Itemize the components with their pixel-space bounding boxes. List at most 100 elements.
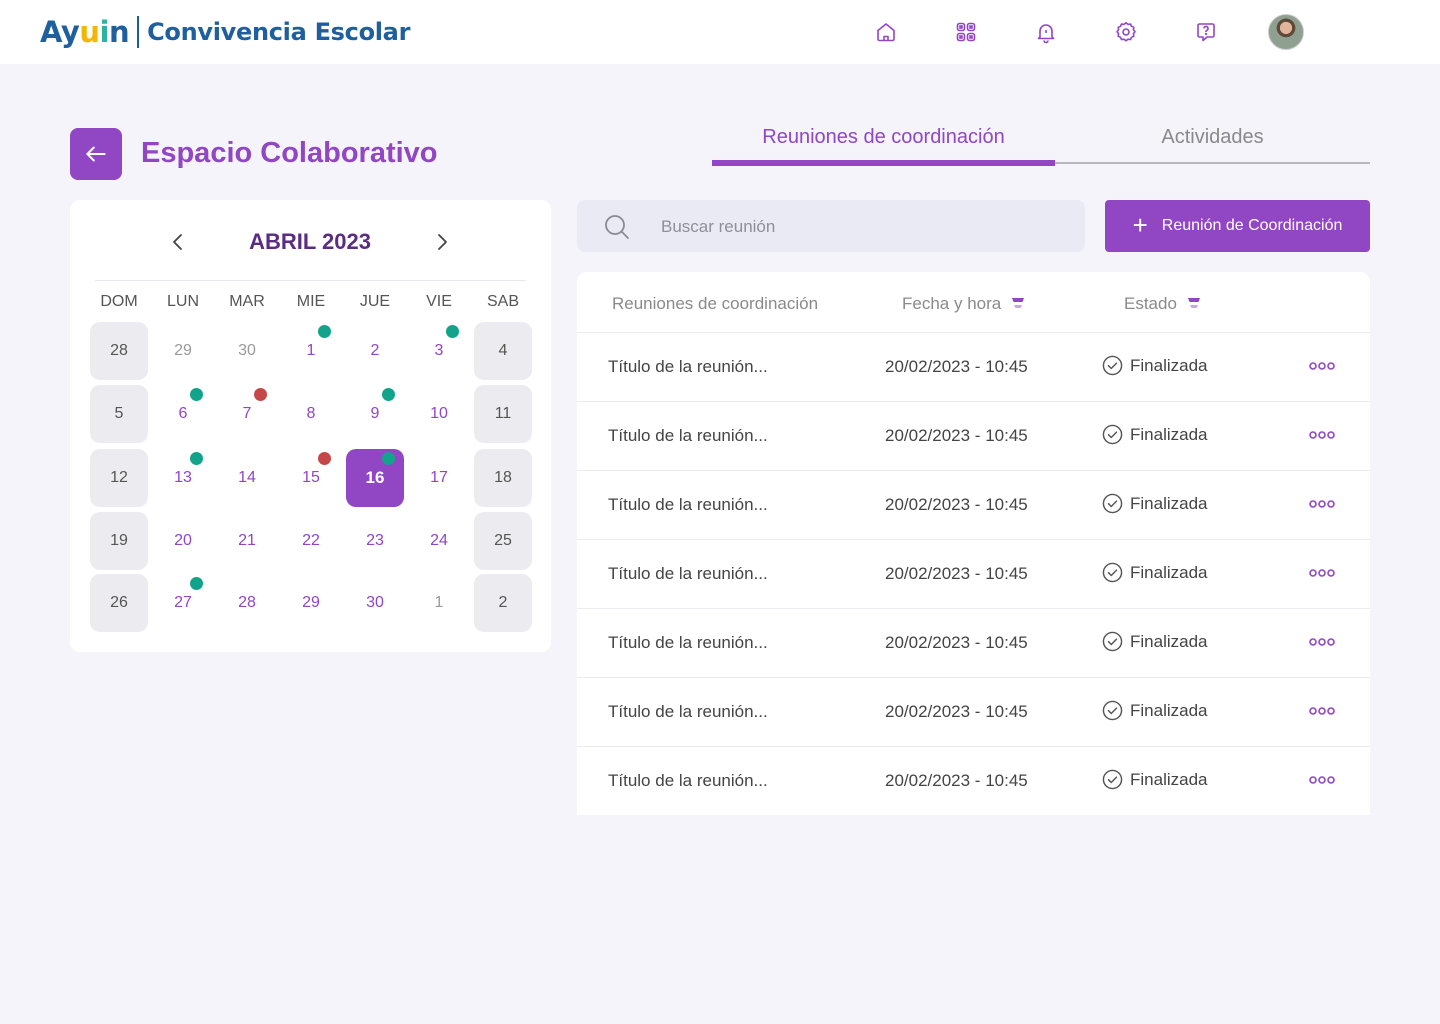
calendar-day[interactable]: 10 — [410, 385, 468, 443]
app-logo[interactable]: Ayuin Convivencia Escolar — [40, 14, 410, 50]
more-options-icon[interactable] — [1309, 499, 1335, 509]
meeting-status: Finalizada — [1102, 631, 1208, 652]
calendar-day[interactable]: 13 — [154, 449, 212, 507]
help-icon[interactable] — [1194, 20, 1218, 44]
meeting-status: Finalizada — [1102, 493, 1208, 514]
table-row[interactable]: Título de la reunión... 20/02/2023 - 10:4… — [577, 746, 1370, 815]
calendar-day[interactable]: 24 — [410, 512, 468, 570]
calendar-day[interactable]: 20 — [154, 512, 212, 570]
add-meeting-label: Reunión de Coordinación — [1161, 217, 1343, 234]
calendar-day[interactable]: 3 — [410, 322, 468, 380]
meeting-date: 20/02/2023 - 10:45 — [885, 633, 1028, 652]
weekday-header: VIE — [426, 293, 452, 310]
chevron-right-icon[interactable] — [430, 230, 454, 254]
meeting-date: 20/02/2023 - 10:45 — [885, 771, 1028, 790]
more-options-icon[interactable] — [1309, 637, 1335, 647]
calendar-day[interactable]: 22 — [282, 512, 340, 570]
meeting-status: Finalizada — [1102, 562, 1208, 583]
more-options-icon[interactable] — [1309, 361, 1335, 371]
sort-icon[interactable] — [1011, 296, 1025, 312]
gear-icon[interactable] — [1114, 20, 1138, 44]
meetings-table: Reuniones de coordinación Fecha y hora E… — [577, 272, 1370, 815]
table-row[interactable]: Título de la reunión... 20/02/2023 - 10:4… — [577, 332, 1370, 401]
more-options-icon[interactable] — [1309, 568, 1335, 578]
calendar-day[interactable]: 9 — [346, 385, 404, 443]
event-dot-green — [382, 388, 395, 401]
calendar-day[interactable]: 12 — [90, 449, 148, 507]
calendar-day[interactable]: 2 — [474, 574, 532, 632]
table-row[interactable]: Título de la reunión... 20/02/2023 - 10:4… — [577, 608, 1370, 677]
event-dot-green — [446, 325, 459, 338]
calendar-day[interactable]: 4 — [474, 322, 532, 380]
qr-code-icon[interactable] — [954, 20, 978, 44]
event-dot-green — [318, 325, 331, 338]
calendar-day[interactable]: 29 — [282, 574, 340, 632]
table-row[interactable]: Título de la reunión... 20/02/2023 - 10:4… — [577, 539, 1370, 608]
tab-active-indicator — [712, 160, 1055, 166]
column-header-title: Reuniones de coordinación — [612, 294, 819, 313]
sort-icon[interactable] — [1187, 296, 1201, 312]
search-bar — [577, 200, 1085, 252]
meeting-date: 20/02/2023 - 10:45 — [885, 357, 1028, 376]
check-circle-icon — [1102, 562, 1123, 583]
bell-icon[interactable] — [1034, 20, 1058, 44]
more-options-icon[interactable] — [1309, 430, 1335, 440]
check-circle-icon — [1102, 493, 1123, 514]
calendar-day[interactable]: 1 — [282, 322, 340, 380]
status-label: Finalizada — [1130, 355, 1208, 375]
meeting-title: Título de la reunión... — [608, 495, 768, 514]
calendar-day[interactable]: 21 — [218, 512, 276, 570]
tab-reuniones[interactable]: Reuniones de coordinación — [712, 126, 1055, 149]
calendar-day[interactable]: 14 — [218, 449, 276, 507]
calendar-day[interactable]: 7 — [218, 385, 276, 443]
calendar-day[interactable]: 15 — [282, 449, 340, 507]
calendar-day[interactable]: 8 — [282, 385, 340, 443]
calendar-month-title: ABRIL 2023 — [249, 229, 371, 254]
weekday-header: LUN — [166, 293, 199, 310]
event-dot-red — [318, 452, 331, 465]
calendar-day[interactable]: 25 — [474, 512, 532, 570]
calendar-day[interactable]: 30 — [218, 322, 276, 380]
check-circle-icon — [1102, 424, 1123, 445]
table-row[interactable]: Título de la reunión... 20/02/2023 - 10:4… — [577, 677, 1370, 746]
meeting-title: Título de la reunión... — [608, 633, 768, 652]
column-header-date[interactable]: Fecha y hora — [902, 294, 1025, 314]
calendar-day[interactable]: 11 — [474, 385, 532, 443]
calendar-day[interactable]: 30 — [346, 574, 404, 632]
calendar-day[interactable]: 5 — [90, 385, 148, 443]
meeting-title: Título de la reunión... — [608, 702, 768, 721]
table-row[interactable]: Título de la reunión... 20/02/2023 - 10:4… — [577, 470, 1370, 539]
calendar-day[interactable]: 27 — [154, 574, 212, 632]
search-input[interactable] — [661, 213, 1061, 241]
calendar-day[interactable]: 17 — [410, 449, 468, 507]
top-header: Ayuin Convivencia Escolar — [0, 0, 1440, 64]
calendar-day[interactable]: 28 — [90, 322, 148, 380]
more-options-icon[interactable] — [1309, 775, 1335, 785]
back-button[interactable] — [70, 128, 122, 180]
calendar-day[interactable]: 6 — [154, 385, 212, 443]
calendar-day[interactable]: 23 — [346, 512, 404, 570]
user-avatar[interactable] — [1268, 14, 1304, 50]
home-icon[interactable] — [874, 20, 898, 44]
event-dot-green — [382, 452, 395, 465]
calendar-day[interactable]: 28 — [218, 574, 276, 632]
calendar-day[interactable]: 19 — [90, 512, 148, 570]
column-header-status[interactable]: Estado — [1124, 294, 1201, 314]
tab-actividades[interactable]: Actividades — [1055, 126, 1370, 149]
calendar-day[interactable]: 29 — [154, 322, 212, 380]
meeting-title: Título de la reunión... — [608, 426, 768, 445]
calendar-day[interactable]: 18 — [474, 449, 532, 507]
plus-icon: + — [1132, 209, 1148, 240]
calendar-day[interactable]: 1 — [410, 574, 468, 632]
table-row[interactable]: Título de la reunión... 20/02/2023 - 10:4… — [577, 401, 1370, 470]
add-meeting-button[interactable]: + Reunión de Coordinación — [1105, 200, 1370, 252]
chevron-left-icon[interactable] — [166, 230, 190, 254]
calendar-panel: ABRIL 2023 DOM LUN MAR MIE JUE VIE SAB 28 29 30 1 2… — [70, 200, 551, 652]
check-circle-icon — [1102, 700, 1123, 721]
more-options-icon[interactable] — [1309, 706, 1335, 716]
logo-mark: Ayuin — [40, 15, 130, 49]
calendar-day[interactable]: 2 — [346, 322, 404, 380]
calendar-day-selected[interactable]: 16 — [346, 449, 404, 507]
calendar-day[interactable]: 26 — [90, 574, 148, 632]
meeting-title: Título de la reunión... — [608, 357, 768, 376]
